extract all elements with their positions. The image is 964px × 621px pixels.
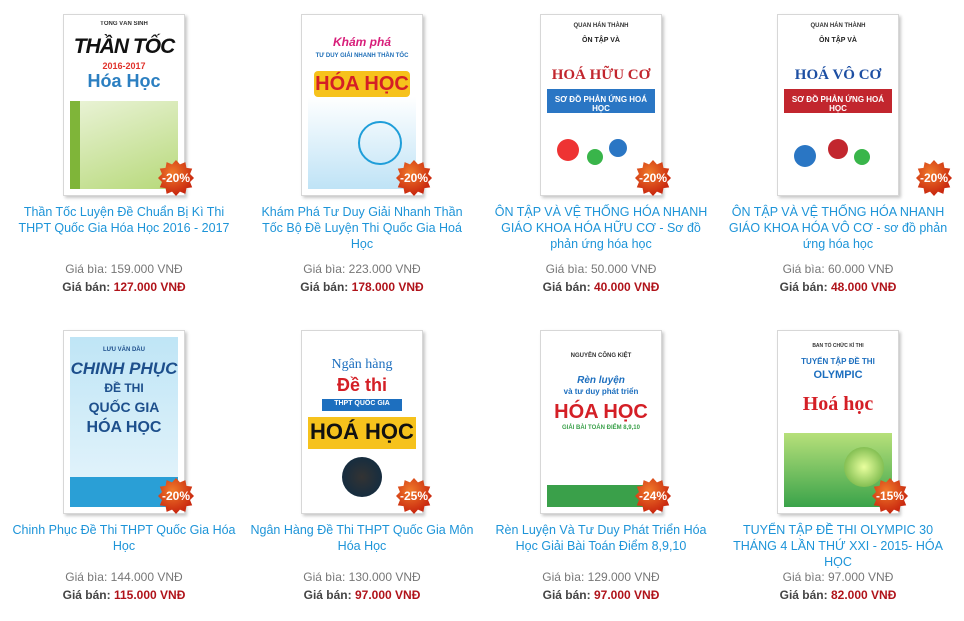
cover-subtitle: Hóa Học	[87, 71, 161, 91]
cover-top: Rèn luyện	[577, 375, 625, 386]
sale-price: Giá bán: 115.000 VNĐ	[62, 588, 186, 602]
cover-subtitle: SƠ ĐỒ PHẢN ỨNG HOÁ HỌC	[554, 95, 648, 113]
cover-top: ÔN TẬP VÀ	[819, 37, 857, 44]
sale-price: Giá bán: 82.000 VNĐ	[779, 588, 897, 602]
product-title-link[interactable]: ÔN TẬP VÀ VỆ THỐNG HÓA NHANH GIÁO KHOA H…	[489, 204, 713, 252]
list-price: Giá bìa: 223.000 VNĐ	[303, 262, 421, 276]
product-title-link[interactable]: Rèn Luyện Và Tư Duy Phát Triển Hóa Học G…	[489, 522, 713, 554]
cover-bottom: HÓA HỌC	[86, 419, 162, 436]
sale-price: Giá bán: 48.000 VNĐ	[779, 280, 897, 294]
product-card: TỐNG VĂN SINH THẦN TỐC 2016-2017 Hóa Học…	[6, 0, 242, 296]
cover-title: HOÁ HỮU CƠ	[551, 67, 651, 83]
product-cover-image[interactable]: QUAN HÁN THÀNH ÔN TẬP VÀ HOÁ VÔ CƠ SƠ ĐỒ…	[777, 14, 899, 196]
product-card: Ngân hàng Đề thi THPT QUỐC GIA HOÁ HỌC -…	[244, 318, 480, 604]
cover-mid: và tư duy phát triển	[563, 387, 639, 396]
cover-mid: ĐỀ THI	[104, 381, 144, 395]
product-title-link[interactable]: Ngân Hàng Đề Thi THPT Quốc Gia Môn Hóa H…	[250, 522, 474, 554]
cover-author: QUAN HÁN THÀNH	[573, 23, 629, 29]
cover-author: NGUYỄN CÔNG KIỆT	[570, 353, 632, 359]
sale-price: Giá bán: 178.000 VNĐ	[300, 280, 424, 294]
cover-author: QUAN HÁN THÀNH	[810, 23, 866, 29]
cover-title: HOÁ VÔ CƠ	[794, 67, 882, 83]
product-title-link[interactable]: Khám Phá Tư Duy Giải Nhanh Thần Tốc Bộ Đ…	[250, 204, 474, 252]
cover-mid: Đề thi	[336, 375, 387, 395]
cover-subtitle: GIẢI BÀI TOÁN ĐIỂM 8,9,10	[562, 425, 640, 431]
sale-price: Giá bán: 97.000 VNĐ	[303, 588, 421, 602]
product-card: NGUYỄN CÔNG KIỆT Rèn luyện và tư duy phá…	[483, 318, 719, 604]
cover-subtitle: QUỐC GIA	[88, 399, 160, 415]
product-title-link[interactable]: Thần Tốc Luyện Đề Chuẩn Bị Kì Thi THPT Q…	[12, 204, 236, 252]
list-price: Giá bìa: 50.000 VNĐ	[545, 262, 657, 276]
cover-mid: TƯ DUY GIẢI NHANH THẦN TỐC	[315, 53, 409, 59]
list-price: Giá bìa: 129.000 VNĐ	[542, 570, 660, 584]
cover-top: TUYỂN TẬP ĐỀ THI	[801, 357, 875, 366]
cover-subtitle: THPT QUỐC GIA	[334, 400, 390, 407]
product-card: Khám phá TƯ DUY GIẢI NHANH THẦN TỐC HÓA …	[244, 0, 480, 296]
cover-title: HOÁ HỌC	[310, 419, 414, 444]
cover-title: CHINH PHỤC	[70, 359, 178, 378]
product-title-link[interactable]: ÔN TẬP VÀ VỆ THỐNG HÓA NHANH GIÁO KHOA H…	[726, 204, 950, 252]
cover-top: Ngân hàng	[331, 357, 393, 372]
cover-year: 2016-2017	[102, 61, 146, 71]
cover-subtitle: SƠ ĐỒ PHẢN ỨNG HOÁ HỌC	[791, 95, 885, 113]
product-card: LƯU VĂN DẦU CHINH PHỤC ĐỀ THI QUỐC GIA H…	[6, 318, 242, 604]
cover-title: HÓA HỌC	[554, 401, 648, 423]
sale-price: Giá bán: 40.000 VNĐ	[542, 280, 660, 294]
product-grid: TỐNG VĂN SINH THẦN TỐC 2016-2017 Hóa Học…	[0, 0, 964, 621]
list-price: Giá bìa: 144.000 VNĐ	[65, 570, 183, 584]
product-title-link[interactable]: Chinh Phục Đề Thi THPT Quốc Gia Hóa Học	[12, 522, 236, 554]
cover-title: Hoá học	[802, 393, 874, 415]
sale-price: Giá bán: 97.000 VNĐ	[542, 588, 660, 602]
list-price: Giá bìa: 130.000 VNĐ	[303, 570, 421, 584]
cover-mid: OLYMPIC	[813, 369, 863, 381]
cover-author: BAN TỔ CHỨC KÌ THI	[812, 343, 864, 349]
cover-top: ÔN TẬP VÀ	[582, 37, 620, 44]
cover-author: LƯU VĂN DẦU	[103, 347, 145, 353]
list-price: Giá bìa: 97.000 VNĐ	[782, 570, 894, 584]
product-title-link[interactable]: TUYỂN TẬP ĐỀ THI OLYMPIC 30 THÁNG 4 LẦN …	[726, 522, 950, 570]
cover-title: HÓA HỌC	[315, 73, 409, 95]
cover-title: THẦN TỐC	[73, 35, 176, 58]
list-price: Giá bìa: 60.000 VNĐ	[782, 262, 894, 276]
product-card: QUAN HÁN THÀNH ÔN TẬP VÀ HOÁ VÔ CƠ SƠ ĐỒ…	[720, 0, 956, 296]
cover-author: TỐNG VĂN SINH	[100, 21, 148, 27]
product-card: BAN TỔ CHỨC KÌ THI TUYỂN TẬP ĐỀ THI OLYM…	[720, 318, 956, 604]
list-price: Giá bìa: 159.000 VNĐ	[65, 262, 183, 276]
product-card: QUAN HÁN THÀNH ÔN TẬP VÀ HOÁ HỮU CƠ SƠ Đ…	[483, 0, 719, 296]
sale-price: Giá bán: 127.000 VNĐ	[62, 280, 186, 294]
discount-badge: -20%	[916, 160, 952, 196]
cover-top: Khám phá	[332, 35, 391, 49]
